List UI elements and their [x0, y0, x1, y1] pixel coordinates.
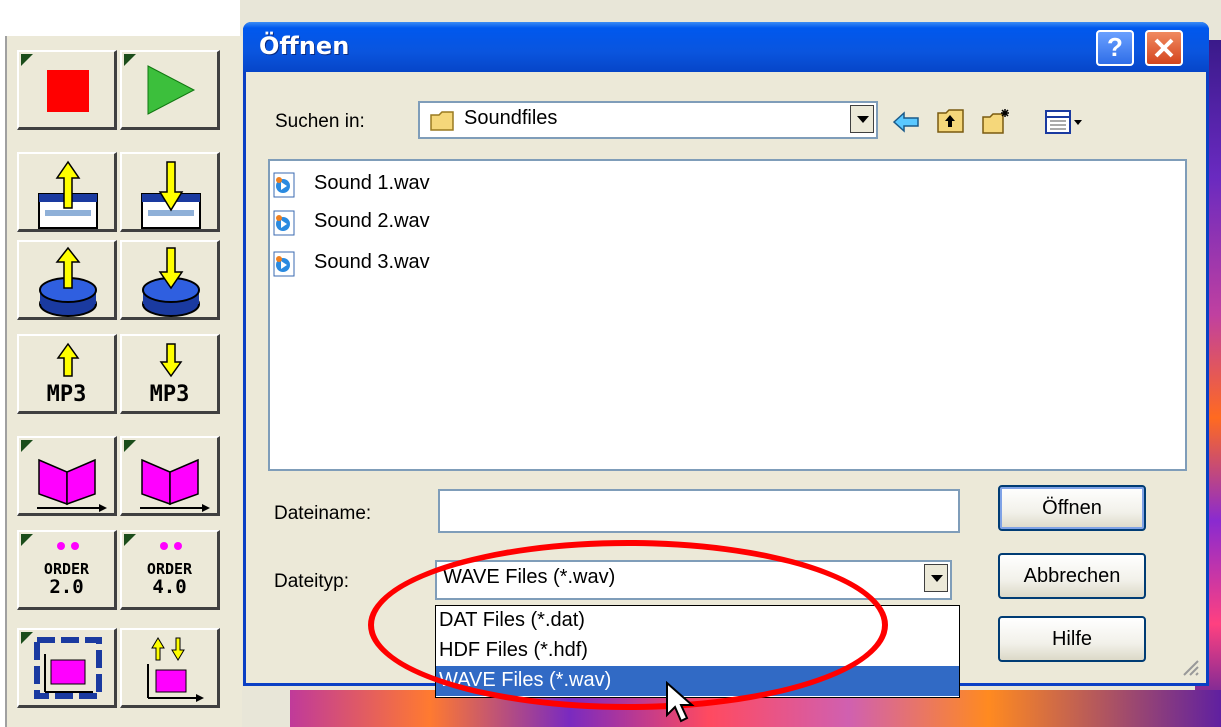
filename-input[interactable] — [438, 489, 960, 533]
mp3-label: MP3 — [149, 382, 190, 407]
book-icon — [140, 458, 210, 512]
import-disk-button[interactable] — [120, 240, 220, 320]
title-bar: Öffnen ? — [243, 22, 1209, 72]
wav-file-icon — [273, 172, 295, 198]
cancel-button[interactable]: Abbrechen — [998, 553, 1146, 599]
export-disk-button[interactable] — [17, 240, 117, 320]
export-window-button[interactable] — [17, 152, 117, 232]
file-name: Sound 2.wav — [314, 210, 430, 232]
order-4-button[interactable]: ORDER 4.0 — [120, 530, 220, 610]
order-value: 2.0 — [49, 576, 84, 598]
folder-icon — [430, 111, 454, 131]
export-mp3-button[interactable]: MP3 — [17, 334, 117, 414]
play-button[interactable] — [120, 50, 220, 130]
wav-file-icon — [273, 251, 295, 277]
stop-button[interactable] — [17, 50, 117, 130]
toolbar-top-strip — [0, 0, 240, 38]
open-dialog: Öffnen ? Suchen in: Soundfiles Sound 1.w… — [243, 22, 1209, 698]
filetype-value: WAVE Files (*.wav) — [443, 566, 616, 588]
new-folder-icon[interactable] — [981, 107, 1011, 137]
chart-frame-button[interactable] — [17, 628, 117, 708]
look-in-dropdown-button[interactable] — [850, 105, 874, 133]
order-label: ORDER 2.0 — [19, 560, 114, 598]
import-window-button[interactable] — [120, 152, 220, 232]
file-name: Sound 1.wav — [314, 172, 430, 194]
file-list[interactable]: Sound 1.wav Sound 2.wav Sound 3.wav — [268, 159, 1187, 471]
book-button-2[interactable] — [120, 436, 220, 516]
filetype-option-wav[interactable]: WAVE Files (*.wav) — [436, 666, 959, 696]
book-icon — [37, 458, 107, 512]
view-menu-icon[interactable] — [1044, 107, 1086, 137]
up-folder-icon[interactable] — [936, 107, 966, 137]
filetype-option-hdf[interactable]: HDF Files (*.hdf) — [436, 636, 959, 666]
import-mp3-button[interactable]: MP3 — [120, 334, 220, 414]
file-name: Sound 3.wav — [314, 251, 430, 273]
look-in-label: Suchen in: — [275, 111, 365, 132]
help-button[interactable]: Hilfe — [998, 616, 1146, 662]
close-icon — [1154, 38, 1174, 58]
order-label: ORDER 4.0 — [122, 560, 217, 598]
chart-frame-icon — [34, 637, 102, 699]
filename-label: Dateiname: — [274, 503, 372, 524]
back-arrow-icon[interactable] — [892, 107, 922, 137]
stop-icon — [47, 70, 89, 112]
left-toolbar: MP3 MP3 ORDER 2.0 ORDER 4.0 — [0, 0, 242, 727]
play-icon — [147, 65, 196, 115]
mp3-label: MP3 — [46, 382, 87, 407]
filetype-combo[interactable]: WAVE Files (*.wav) — [435, 560, 952, 600]
chart-arrows-icon — [147, 637, 204, 702]
filetype-label: Dateityp: — [274, 571, 349, 592]
resize-grip-icon[interactable] — [1180, 657, 1200, 677]
disk-down-arrow-icon — [142, 247, 200, 317]
filetype-dropdown-button[interactable] — [924, 564, 948, 592]
window-up-arrow-icon — [38, 160, 98, 229]
dialog-title: Öffnen — [259, 32, 350, 60]
open-button[interactable]: Öffnen — [998, 485, 1146, 531]
wav-file-icon — [273, 210, 295, 236]
order-2-button[interactable]: ORDER 2.0 — [17, 530, 117, 610]
window-down-arrow-icon — [141, 161, 201, 229]
mouse-cursor-icon — [666, 681, 695, 723]
help-title-button[interactable]: ? — [1096, 30, 1134, 66]
close-button[interactable] — [1145, 30, 1183, 66]
disk-up-arrow-icon — [39, 246, 97, 317]
order-value: 4.0 — [152, 576, 187, 598]
filetype-option-dat[interactable]: DAT Files (*.dat) — [436, 606, 959, 636]
chart-arrows-button[interactable] — [120, 628, 220, 708]
filetype-dropdown-list[interactable]: DAT Files (*.dat) HDF Files (*.hdf) WAVE… — [435, 605, 960, 698]
look-in-value: Soundfiles — [464, 107, 558, 129]
look-in-combo[interactable]: Soundfiles — [418, 101, 878, 139]
book-button-1[interactable] — [17, 436, 117, 516]
